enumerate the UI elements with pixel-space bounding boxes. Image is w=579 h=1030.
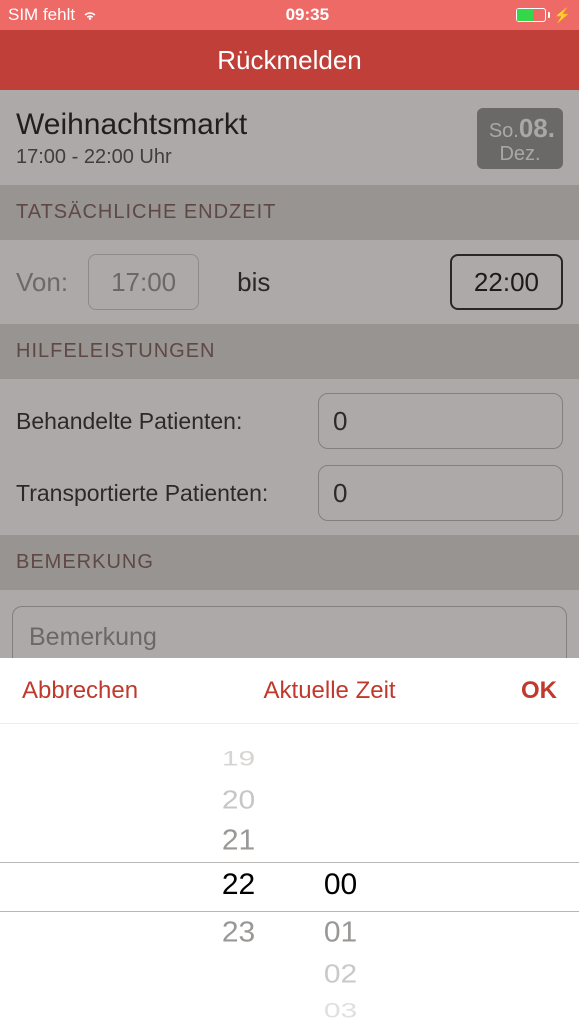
current-time-button[interactable]: Aktuelle Zeit (264, 677, 396, 705)
hour-wheel[interactable]: 19 20 21 22 23 (199, 724, 279, 1030)
cancel-button[interactable]: Abbrechen (22, 677, 138, 705)
from-label: Von: (16, 267, 68, 298)
event-time-range: 17:00 - 22:00 Uhr (16, 146, 247, 169)
from-time-field[interactable]: 17:00 (88, 254, 199, 310)
minute-option: 02 (301, 961, 381, 990)
section-header-help: HILFELEISTUNGEN (0, 324, 579, 379)
nav-title: Rückmelden (217, 45, 362, 76)
status-bar: SIM fehlt 09:35 ⚡ (0, 0, 579, 30)
date-badge: So.08. Dez. (477, 108, 563, 169)
picker-toolbar: Abbrechen Aktuelle Zeit OK (0, 658, 579, 724)
carrier-text: SIM fehlt (8, 5, 75, 25)
note-placeholder: Bemerkung (29, 623, 157, 651)
charging-icon: ⚡ (554, 7, 571, 24)
treated-input[interactable]: 0 (318, 393, 563, 449)
from-time-value: 17:00 (111, 267, 176, 298)
ok-button[interactable]: OK (521, 677, 557, 705)
section-body-endtime: Von: 17:00 bis 22:00 (0, 240, 579, 324)
to-time-value: 22:00 (474, 267, 539, 298)
event-title: Weihnachtsmarkt (16, 108, 247, 142)
battery-icon: ⚡ (516, 7, 571, 24)
treated-value: 0 (333, 406, 347, 437)
time-picker-sheet: Abbrechen Aktuelle Zeit OK 19 20 21 22 2… (0, 658, 579, 1030)
minute-option: 01 (301, 917, 381, 949)
minute-wheel[interactable]: 00 01 02 03 (301, 724, 381, 1030)
row-transported: Transportierte Patienten: 0 (16, 465, 563, 521)
transported-value: 0 (333, 478, 347, 509)
hour-option: 20 (199, 787, 279, 816)
transported-label: Transportierte Patienten: (16, 480, 306, 507)
date-month: Dez. (485, 143, 555, 165)
to-time-field[interactable]: 22:00 (450, 254, 563, 310)
picker-wheels: 19 20 21 22 23 00 01 02 03 (0, 724, 579, 1030)
hour-option: 23 (199, 917, 279, 949)
hour-option: 21 (199, 825, 279, 857)
date-day: 08. (519, 113, 555, 143)
minute-selected: 00 (301, 868, 381, 902)
row-treated: Behandelte Patienten: 0 (16, 393, 563, 449)
event-header: Weihnachtsmarkt 17:00 - 22:00 Uhr So.08.… (0, 90, 579, 185)
section-header-endtime: TATSÄCHLICHE ENDZEIT (0, 185, 579, 240)
to-label: bis (237, 267, 270, 298)
hour-selected: 22 (199, 868, 279, 902)
date-dow: So. (489, 120, 519, 142)
section-body-help: Behandelte Patienten: 0 Transportierte P… (0, 379, 579, 535)
status-left: SIM fehlt (8, 5, 99, 25)
status-time: 09:35 (286, 5, 329, 25)
treated-label: Behandelte Patienten: (16, 408, 306, 435)
hour-option: 19 (199, 747, 279, 771)
status-right: ⚡ (516, 7, 571, 24)
wifi-icon (81, 6, 99, 24)
minute-option: 03 (301, 999, 381, 1023)
transported-input[interactable]: 0 (318, 465, 563, 521)
section-header-note: BEMERKUNG (0, 535, 579, 590)
nav-header: Rückmelden (0, 30, 579, 90)
event-info: Weihnachtsmarkt 17:00 - 22:00 Uhr (16, 108, 247, 169)
